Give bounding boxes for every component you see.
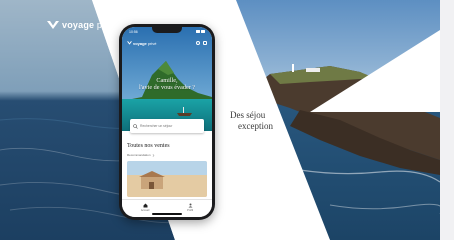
app-logo-bold: voyage <box>133 40 147 46</box>
search-input[interactable]: Rechercher un séjour <box>130 119 204 133</box>
chevron-icon <box>152 153 154 157</box>
phone-mockup: 10:56 voyage privé Camille, l'avie de vo… <box>119 24 215 220</box>
brand-name-bold: voyage <box>62 20 95 30</box>
tab-home[interactable]: Accueil <box>141 203 149 212</box>
right-edge-strip <box>440 0 454 240</box>
home-indicator <box>152 213 182 215</box>
brand-name-light: privé <box>96 20 118 30</box>
person-icon <box>188 203 193 208</box>
headline-line-2: exception <box>238 121 273 131</box>
brand-logo[interactable]: voyage privé <box>47 20 117 30</box>
marketing-banner: voyage privé Des séjou exception 10:56 v… <box>0 0 454 240</box>
phone-screen: 10:56 voyage privé Camille, l'avie de vo… <box>122 27 212 217</box>
right-headline: Des séjou exception <box>230 110 273 132</box>
home-icon <box>143 203 148 208</box>
brand-mark-icon <box>127 41 132 45</box>
background-scene <box>0 0 440 240</box>
status-time: 10:56 <box>129 29 138 34</box>
wishlist-icon[interactable] <box>196 41 200 45</box>
tab-profile-label: Profil <box>187 209 194 212</box>
hero-title-line-2: l'avie de vous évader ? <box>138 84 196 92</box>
signal-icon <box>195 30 200 33</box>
section-subtitle[interactable]: Recommandation <box>127 153 155 157</box>
search-placeholder: Rechercher un séjour <box>140 124 173 128</box>
hero-title: Camille, l'avie de vous évader ? <box>122 77 212 91</box>
search-icon <box>133 123 138 129</box>
section-title: Toutes nos ventes <box>127 143 170 149</box>
sale-card[interactable] <box>127 161 207 197</box>
tab-profile[interactable]: Profil <box>187 203 193 212</box>
phone-notch <box>152 27 182 33</box>
battery-icon <box>201 30 205 33</box>
sale-card-image <box>127 161 207 197</box>
headline-line-1: Des séjou <box>230 110 266 120</box>
tab-home-label: Accueil <box>140 209 150 212</box>
menu-icon[interactable] <box>203 41 207 45</box>
section-subtitle-text: Recommandation <box>127 153 151 157</box>
app-logo[interactable]: voyage privé <box>127 41 156 46</box>
app-header: voyage privé <box>122 37 212 49</box>
app-logo-light: privé <box>147 40 157 46</box>
brand-mark-icon <box>47 21 59 29</box>
